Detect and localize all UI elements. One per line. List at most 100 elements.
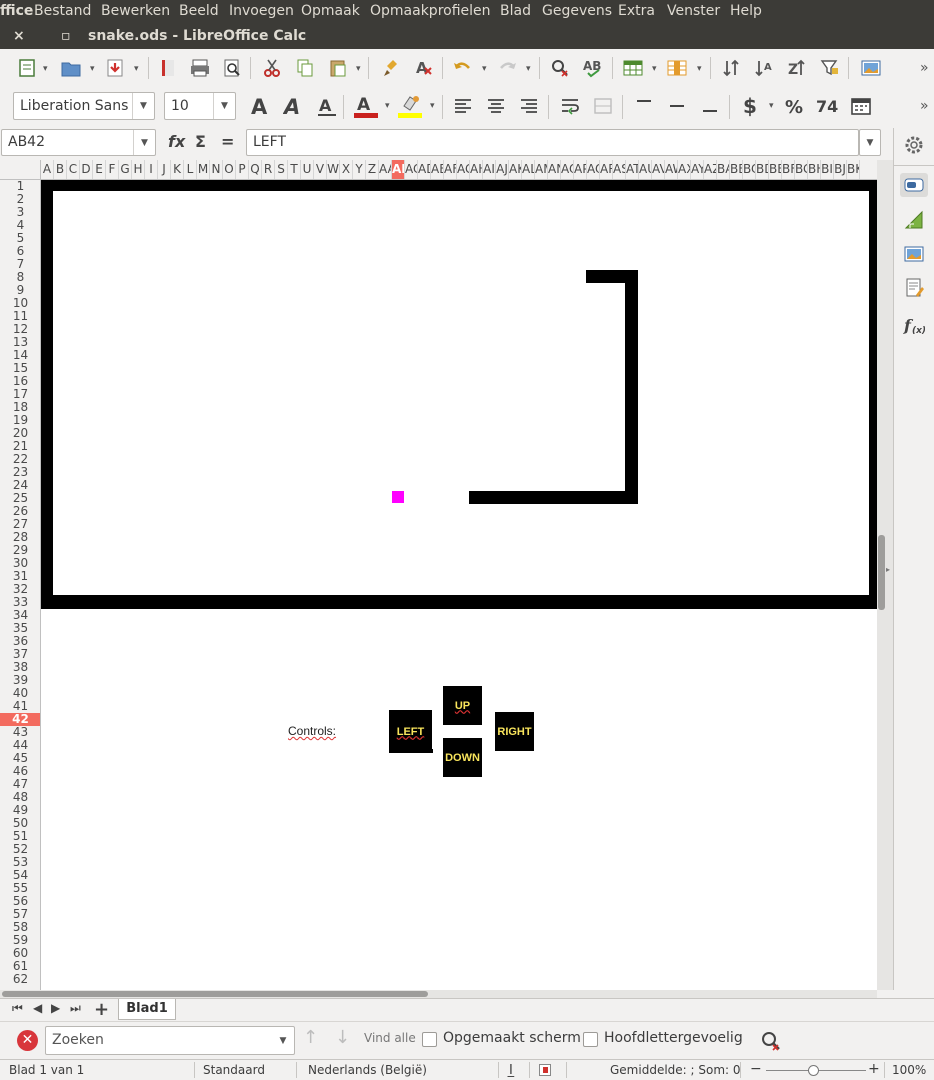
name-box[interactable]: AB42 ▼ xyxy=(1,129,156,156)
chevron-right-icon[interactable]: ▸ xyxy=(886,565,890,574)
menu-extra[interactable]: Extra xyxy=(618,3,655,19)
column-header-j[interactable]: J xyxy=(158,160,171,179)
menu-blad[interactable]: Blad xyxy=(500,3,531,19)
column-header-aq[interactable]: AQ xyxy=(587,160,600,179)
font-color-icon[interactable]: A xyxy=(353,93,379,119)
underline-icon[interactable]: A xyxy=(314,93,340,119)
column-header-ae[interactable]: AE xyxy=(431,160,444,179)
highlight-color-icon[interactable] xyxy=(397,93,423,119)
column-header-bh[interactable]: BH xyxy=(808,160,821,179)
align-center-icon[interactable] xyxy=(483,93,509,119)
formula-button[interactable]: = xyxy=(221,132,234,151)
column-header-ax[interactable]: AX xyxy=(678,160,691,179)
column-header-ak[interactable]: AK xyxy=(509,160,522,179)
column-header-q[interactable]: Q xyxy=(249,160,262,179)
currency-icon[interactable]: $ xyxy=(737,93,763,119)
column-header-av[interactable]: AV xyxy=(652,160,665,179)
find-next-icon[interactable]: ↓ xyxy=(335,1027,350,1048)
column-header-w[interactable]: W xyxy=(327,160,340,179)
align-left-icon[interactable] xyxy=(450,93,476,119)
language-status[interactable]: Nederlands (België) xyxy=(308,1063,427,1077)
row-icon[interactable] xyxy=(620,55,646,81)
column-header-bj[interactable]: BJ xyxy=(834,160,847,179)
column-header-aj[interactable]: AJ xyxy=(496,160,509,179)
spelling-icon[interactable]: AB xyxy=(580,55,606,81)
overflow-icon[interactable]: » xyxy=(920,98,929,114)
wrap-text-icon[interactable] xyxy=(557,93,583,119)
add-sheet-button[interactable]: + xyxy=(94,999,109,1020)
gear-icon[interactable] xyxy=(902,133,926,157)
close-window-button[interactable]: × xyxy=(13,28,25,44)
column-header-ag[interactable]: AG xyxy=(457,160,470,179)
column-header-ad[interactable]: AD xyxy=(418,160,431,179)
column-header-az[interactable]: AZ xyxy=(704,160,717,179)
column-header-ay[interactable]: AY xyxy=(691,160,704,179)
chevron-down-icon[interactable]: ▼ xyxy=(272,1027,294,1054)
sort-icon[interactable] xyxy=(718,55,744,81)
menu-gegevens[interactable]: Gegevens xyxy=(542,3,612,19)
right-button[interactable]: RIGHT xyxy=(495,712,534,751)
column-header-ap[interactable]: AP xyxy=(574,160,587,179)
sidebar-splitter[interactable]: ▸ xyxy=(886,160,893,990)
spreadsheet-grid[interactable]: Controls: UP LEFT RIGHT DOWN xyxy=(41,180,877,990)
autofilter-icon[interactable] xyxy=(817,55,843,81)
column-header-af[interactable]: AF xyxy=(444,160,457,179)
menu-bestand[interactable]: Bestand xyxy=(34,3,91,19)
column-header-bk[interactable]: BK xyxy=(847,160,860,179)
column-header-bc[interactable]: BC xyxy=(743,160,756,179)
redo-icon[interactable] xyxy=(495,55,521,81)
gallery-icon[interactable] xyxy=(902,242,926,266)
document-modified-icon[interactable] xyxy=(539,1064,551,1076)
chevron-down-icon[interactable]: ▾ xyxy=(526,64,531,74)
column-header-i[interactable]: I xyxy=(145,160,158,179)
align-top-icon[interactable] xyxy=(631,93,657,119)
close-find-icon[interactable]: ✕ xyxy=(17,1030,38,1051)
column-header-al[interactable]: AL xyxy=(522,160,535,179)
chevron-down-icon[interactable]: ▼ xyxy=(213,93,235,119)
overflow-icon[interactable]: » xyxy=(920,60,929,76)
export-pdf-icon[interactable] xyxy=(155,55,181,81)
copy-icon[interactable] xyxy=(292,55,318,81)
vertical-scroll-thumb[interactable] xyxy=(878,535,885,610)
row-header-62[interactable]: 62 xyxy=(0,973,40,986)
column-header-c[interactable]: C xyxy=(67,160,80,179)
zoom-in-button[interactable]: + xyxy=(868,1061,880,1077)
sum-button[interactable]: Σ xyxy=(195,132,206,151)
previous-sheet-icon[interactable]: ◀ xyxy=(33,1001,42,1015)
restore-window-button[interactable]: ▫ xyxy=(61,28,71,44)
column-header-au[interactable]: AU xyxy=(639,160,652,179)
clear-formatting-icon[interactable]: A xyxy=(411,55,437,81)
horizontal-scrollbar[interactable] xyxy=(0,990,877,998)
chevron-down-icon[interactable]: ▾ xyxy=(769,101,774,111)
align-right-icon[interactable] xyxy=(516,93,542,119)
column-header-m[interactable]: M xyxy=(197,160,210,179)
column-header-p[interactable]: P xyxy=(236,160,249,179)
up-button[interactable]: UP xyxy=(443,686,482,725)
new-document-icon[interactable] xyxy=(14,55,40,81)
column-header-bi[interactable]: BI xyxy=(821,160,834,179)
column-header-h[interactable]: H xyxy=(132,160,145,179)
chevron-down-icon[interactable]: ▼ xyxy=(132,93,154,119)
column-header-bg[interactable]: BG xyxy=(795,160,808,179)
chevron-down-icon[interactable]: ▾ xyxy=(482,64,487,74)
column-header-ba[interactable]: BA xyxy=(717,160,730,179)
find-previous-icon[interactable]: ↑ xyxy=(303,1027,318,1048)
column-header-aw[interactable]: AW xyxy=(665,160,678,179)
chevron-down-icon[interactable]: ▼ xyxy=(133,130,155,155)
navigator-icon[interactable] xyxy=(902,276,926,300)
clone-formatting-icon[interactable] xyxy=(378,55,404,81)
chevron-down-icon[interactable]: ▾ xyxy=(430,101,435,111)
cut-icon[interactable] xyxy=(259,55,285,81)
find-replace-icon[interactable] xyxy=(547,55,573,81)
search-input[interactable]: Zoeken ▼ xyxy=(45,1026,295,1055)
sheet-tab-blad1[interactable]: Blad1 xyxy=(118,999,176,1020)
column-header-z[interactable]: Z xyxy=(366,160,379,179)
column-icon[interactable] xyxy=(664,55,690,81)
horizontal-scroll-thumb[interactable] xyxy=(2,991,428,997)
sort-ascending-icon[interactable]: A xyxy=(751,55,777,81)
column-header-bb[interactable]: BB xyxy=(730,160,743,179)
sort-descending-icon[interactable]: Z xyxy=(784,55,810,81)
chevron-down-icon[interactable]: ▾ xyxy=(652,64,657,74)
down-button[interactable]: DOWN xyxy=(443,738,482,777)
properties-icon[interactable] xyxy=(900,173,928,197)
